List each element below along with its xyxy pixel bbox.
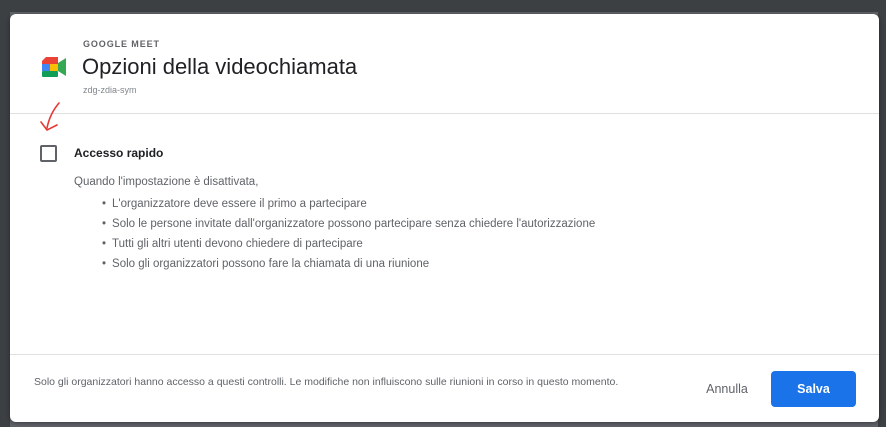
footer-note: Solo gli organizzatori hanno accesso a q… (34, 376, 619, 388)
background-window-edge-left (0, 0, 10, 427)
list-item: Tutti gli altri utenti devono chiedere d… (102, 234, 595, 254)
background-window-edge (0, 0, 886, 12)
quick-access-checkbox[interactable] (40, 145, 57, 162)
dialog-header: GOOGLE MEET Opzioni della videochiamata … (10, 14, 879, 112)
cancel-button[interactable]: Annulla (690, 372, 764, 406)
list-item: Solo gli organizzatori possono fare la c… (102, 254, 595, 274)
save-button[interactable]: Salva (771, 371, 856, 407)
google-meet-logo-icon (42, 57, 66, 77)
meeting-code: zdg-zdia-sym (83, 85, 137, 95)
product-eyebrow: GOOGLE MEET (83, 39, 160, 49)
background-window-edge-right (878, 0, 886, 427)
footer-divider (10, 354, 879, 355)
dialog-title: Opzioni della videochiamata (82, 54, 358, 79)
header-divider (10, 113, 879, 114)
quick-access-description: Quando l'impostazione è disattivata, (74, 176, 259, 188)
red-arrow-down-icon (40, 102, 60, 131)
quick-access-rules-list: L'organizzatore deve essere il primo a p… (102, 194, 595, 274)
call-options-dialog: GOOGLE MEET Opzioni della videochiamata … (10, 14, 879, 422)
list-item: Solo le persone invitate dall'organizzat… (102, 214, 595, 234)
list-item: L'organizzatore deve essere il primo a p… (102, 194, 595, 214)
quick-access-label[interactable]: Accesso rapido (74, 146, 163, 160)
